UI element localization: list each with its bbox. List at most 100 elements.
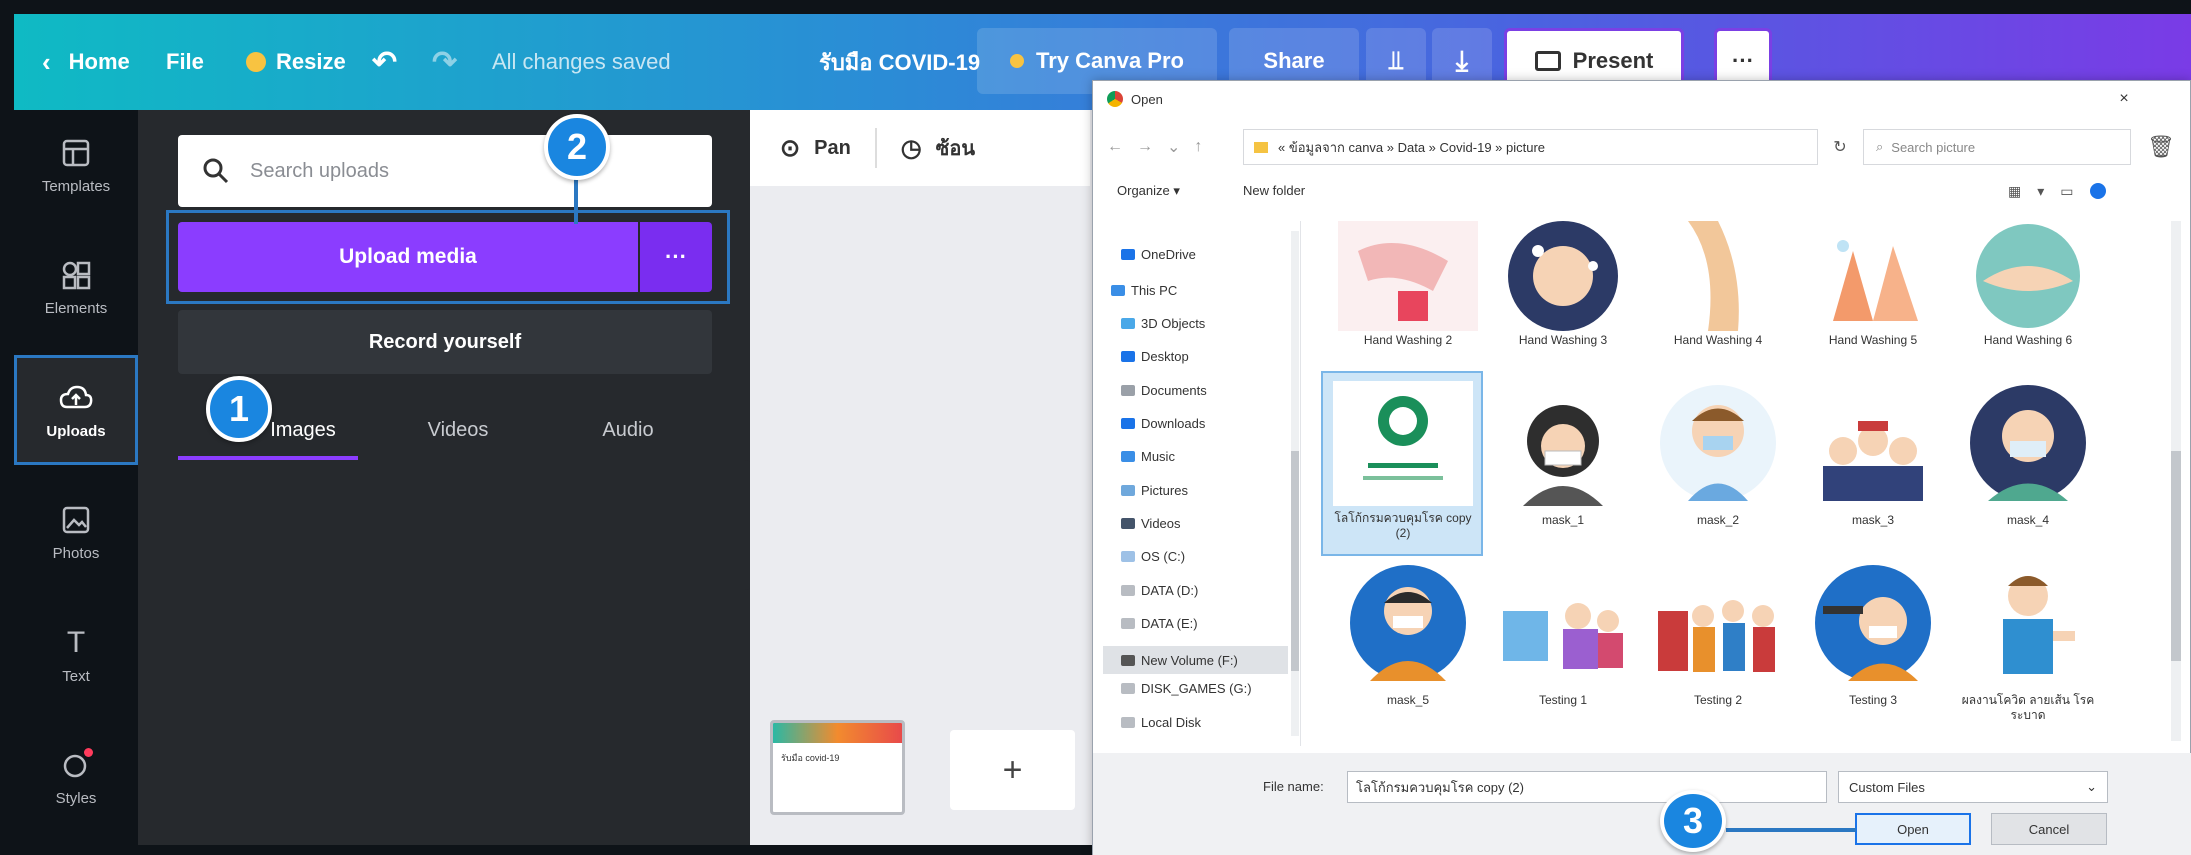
rail-item-elements[interactable]: Elements — [14, 232, 138, 342]
uploads-panel: Search uploads Upload media ··· Record y… — [138, 110, 756, 845]
thumb-mask-5[interactable] — [1338, 561, 1478, 686]
grid-scrollbar[interactable] — [2171, 221, 2181, 741]
thumb-hand-washing-6[interactable] — [1958, 221, 2098, 346]
nav-item-this-pc[interactable]: This PC — [1111, 283, 1177, 298]
nav-item-g-drive[interactable]: DISK_GAMES (G:) — [1121, 681, 1252, 696]
nav-item-e-drive[interactable]: DATA (E:) — [1121, 616, 1198, 631]
grid-scroll-thumb[interactable] — [2171, 451, 2181, 661]
close-icon[interactable]: × — [2109, 85, 2139, 113]
thumb-hand-washing-2[interactable] — [1338, 221, 1478, 346]
undo-icon[interactable]: ↶ — [372, 14, 397, 110]
nav-buttons: ← → ⌄ ↑ — [1107, 129, 1227, 165]
thumb-outline-drawing[interactable] — [1958, 561, 2098, 686]
filename-label: File name: — [1263, 779, 1324, 794]
dialog-title: Open — [1131, 91, 1163, 107]
dialog-search-placeholder: Search picture — [1891, 139, 1976, 155]
rail-label: Uploads — [46, 422, 106, 440]
chevron-down-icon[interactable]: ▾ — [2037, 183, 2044, 200]
refresh-icon[interactable]: ↻ — [1821, 129, 1859, 165]
upload-more-button[interactable]: ··· — [640, 222, 712, 292]
thumb-mask-2[interactable] — [1648, 381, 1788, 506]
page-thumbnail[interactable]: รับมือ covid-19 — [770, 720, 905, 815]
file-label: mask_2 — [1696, 513, 1740, 527]
redo-icon[interactable]: ↷ — [432, 14, 457, 110]
home-button[interactable]: ‹ Home — [42, 14, 130, 110]
pan-label[interactable]: Pan — [814, 137, 851, 160]
file-label: ผลงานโควิด ลายเส้น โรคระบาด — [1961, 693, 2095, 722]
address-path: « ข้อมูลจาก canva » Data » Covid-19 » pi… — [1278, 139, 1546, 155]
drive-icon — [1121, 683, 1135, 694]
forward-icon[interactable]: → — [1137, 138, 1153, 156]
thumb-mask-4[interactable] — [1958, 381, 2098, 506]
rail-item-uploads[interactable]: Uploads — [14, 355, 138, 465]
nav-item-downloads[interactable]: Downloads — [1121, 416, 1205, 431]
tool2-label[interactable]: ซ้อน — [936, 132, 975, 164]
record-yourself-button[interactable]: Record yourself — [178, 310, 712, 374]
thumb-mask-1[interactable] — [1493, 381, 1633, 506]
nav-item-documents[interactable]: Documents — [1121, 383, 1207, 398]
nav-item-music[interactable]: Music — [1121, 449, 1175, 464]
back-icon[interactable]: ← — [1107, 138, 1123, 156]
thumb-logo-ddc[interactable] — [1333, 381, 1473, 506]
desktop-icon — [1121, 351, 1135, 362]
folder-icon — [1254, 141, 1268, 153]
thumb-hand-washing-4[interactable] — [1648, 221, 1788, 346]
up-icon[interactable]: ↑ — [1194, 138, 1202, 156]
thumb-hand-washing-5[interactable] — [1803, 221, 1943, 346]
crown-icon — [1010, 54, 1025, 68]
nav-item-f-drive[interactable]: New Volume (F:) — [1103, 646, 1288, 674]
nav-scroll-thumb[interactable] — [1291, 451, 1299, 671]
nav-item-onedrive[interactable]: OneDrive — [1121, 247, 1196, 262]
add-page-button[interactable]: + — [950, 730, 1075, 810]
drive-icon — [1121, 551, 1135, 562]
thumb-mask-3[interactable] — [1803, 381, 1943, 506]
down-icon[interactable]: ⌄ — [1167, 137, 1180, 157]
resize-button[interactable]: Resize — [246, 14, 346, 110]
trash-icon[interactable]: 🗑 — [2141, 131, 2181, 163]
nav-item-videos[interactable]: Videos — [1121, 516, 1181, 531]
document-title[interactable]: รับมือ COVID-19 — [819, 14, 980, 110]
open-button[interactable]: Open — [1855, 813, 1971, 845]
nav-item-c-drive[interactable]: OS (C:) — [1121, 549, 1185, 564]
upload-media-button[interactable]: Upload media — [178, 222, 638, 292]
dialog-search-input[interactable]: ⌕ Search picture — [1863, 129, 2131, 165]
drive-icon — [1121, 585, 1135, 596]
side-rail: Templates Elements Uploads Photos T Text… — [14, 110, 138, 845]
tab-active-indicator — [178, 456, 358, 460]
organize-menu[interactable]: Organize ▾ — [1117, 183, 1180, 199]
nav-item-local-disk[interactable]: Local Disk — [1121, 715, 1201, 730]
download-icon — [1121, 418, 1135, 429]
nav-scrollbar[interactable] — [1291, 231, 1299, 736]
tab-audio[interactable]: Audio — [538, 400, 718, 460]
filename-value: โลโก้กรมควบคุมโรค copy (2) — [1356, 779, 1524, 795]
nav-label: DATA (D:) — [1141, 583, 1199, 598]
thumb-testing-3[interactable] — [1803, 561, 1943, 686]
crown-icon — [246, 52, 266, 72]
filename-input[interactable]: โลโก้กรมควบคุมโรค copy (2) — [1347, 771, 1827, 803]
canvas-toolbar: ⊙ Pan ◷ ซ้อน — [750, 110, 1090, 186]
nav-item-pictures[interactable]: Pictures — [1121, 483, 1188, 498]
nav-item-desktop[interactable]: Desktop — [1121, 349, 1189, 364]
nav-item-3d-objects[interactable]: 3D Objects — [1121, 316, 1205, 331]
new-folder-button[interactable]: New folder — [1243, 183, 1305, 198]
rail-label: Text — [62, 667, 90, 685]
cancel-button[interactable]: Cancel — [1991, 813, 2107, 845]
tab-videos[interactable]: Videos — [368, 400, 548, 460]
pan-icon[interactable]: ⊙ — [780, 134, 800, 163]
rail-item-photos[interactable]: Photos — [14, 477, 138, 587]
rail-item-text[interactable]: T Text — [14, 600, 138, 710]
search-input[interactable]: Search uploads — [178, 135, 712, 207]
thumb-testing-1[interactable] — [1493, 561, 1633, 686]
rail-item-styles[interactable]: Styles — [14, 722, 138, 832]
help-icon[interactable] — [2089, 183, 2106, 199]
file-menu[interactable]: File — [166, 14, 204, 110]
thumb-hand-washing-3[interactable] — [1493, 221, 1633, 346]
nav-item-d-drive[interactable]: DATA (D:) — [1121, 583, 1198, 598]
rail-item-templates[interactable]: Templates — [14, 110, 138, 220]
pane-icon[interactable]: ▭ — [2060, 183, 2073, 200]
filetype-select[interactable]: Custom Files ⌄ — [1838, 771, 2108, 803]
view-icon[interactable]: ▦ — [2008, 183, 2021, 200]
address-bar[interactable]: « ข้อมูลจาก canva » Data » Covid-19 » pi… — [1243, 129, 1818, 165]
thumb-testing-2[interactable] — [1648, 561, 1788, 686]
clock-icon[interactable]: ◷ — [901, 134, 922, 163]
